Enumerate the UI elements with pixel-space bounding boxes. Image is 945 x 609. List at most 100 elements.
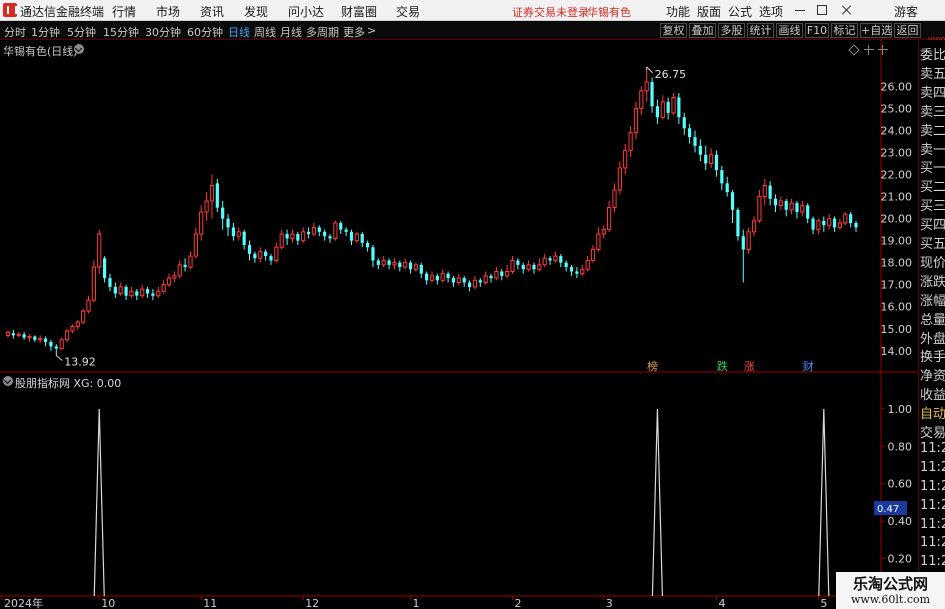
side-panel-item: 卖三 xyxy=(920,104,945,120)
menu-item-wealth-circle[interactable]: 财富圈 xyxy=(341,3,377,20)
side-panel-item: 总量 xyxy=(920,312,945,328)
ind-y-tick-label: 0.60 xyxy=(888,478,913,491)
candle-body-down xyxy=(269,256,273,261)
stock-name: 华锡有色 xyxy=(587,6,631,19)
candle-body-up xyxy=(129,290,134,297)
adjust-button[interactable]: 复权 xyxy=(660,23,687,38)
y-tick-label: 23.00 xyxy=(881,147,913,160)
candle-body-up xyxy=(97,233,102,268)
candle-body-down xyxy=(516,260,520,265)
side-panel-item: 11:28 xyxy=(920,554,945,570)
menu-item-layout[interactable]: 版面 xyxy=(697,3,721,20)
menu-item-function[interactable]: 功能 xyxy=(666,3,690,20)
candle-body-up xyxy=(757,196,762,222)
minimize-icon[interactable] xyxy=(794,4,806,16)
statistics-button[interactable]: 统计 xyxy=(747,23,774,38)
menu-item-formula[interactable]: 公式 xyxy=(728,3,752,20)
candle-body-down xyxy=(360,234,364,243)
event-tag: 涨 xyxy=(744,360,755,373)
period-daily[interactable]: 日线 xyxy=(228,24,250,40)
side-panel-item: 卖一 xyxy=(920,142,945,158)
side-panel-item[interactable]: 交易 xyxy=(920,422,945,441)
mark-button[interactable]: 标记 xyxy=(831,23,858,38)
login-status[interactable]: 证券交易未登录 xyxy=(512,4,589,20)
close-icon[interactable] xyxy=(841,4,853,16)
period-multi[interactable]: 多周期 xyxy=(306,24,339,40)
candle-body-up xyxy=(553,255,558,261)
candle-body-up xyxy=(118,286,123,295)
period-weekly[interactable]: 周线 xyxy=(254,24,276,40)
x-tick-label: 2024年 xyxy=(4,596,43,609)
candle-body-up xyxy=(542,257,547,266)
menu-item-options[interactable]: 选项 xyxy=(759,3,783,20)
f10-button[interactable]: F10 xyxy=(805,23,829,38)
candle-body-down xyxy=(666,101,670,113)
candle-body-down xyxy=(124,286,128,296)
candle-body-down xyxy=(323,231,327,237)
candle-body-down xyxy=(693,137,697,146)
period-30min[interactable]: 30分钟 xyxy=(145,24,181,40)
candle-body-down xyxy=(446,273,450,279)
period-monthly[interactable]: 月线 xyxy=(280,24,302,40)
event-tag: 财 xyxy=(803,359,814,373)
watermark-title: 乐淘公式网 xyxy=(852,575,928,593)
back-button[interactable]: 返回 xyxy=(894,23,921,38)
candle-body-up xyxy=(354,233,359,242)
candle-body-down xyxy=(33,336,37,340)
period-60min[interactable]: 60分钟 xyxy=(187,24,223,40)
menu-item-news[interactable]: 资讯 xyxy=(200,3,224,20)
candle-body-up xyxy=(333,222,338,239)
expand-icon[interactable] xyxy=(878,45,888,55)
candle-body-up xyxy=(590,248,596,261)
side-panel-item: 涨跌 xyxy=(920,274,945,290)
side-panel-item: 买三 xyxy=(920,199,945,215)
menu-item-discover[interactable]: 发现 xyxy=(244,3,268,20)
candle-body-up xyxy=(601,229,606,235)
candle-body-up xyxy=(413,264,418,270)
candle-body-down xyxy=(285,234,289,239)
candle-body-down xyxy=(296,234,300,241)
candle-body-down xyxy=(215,183,219,208)
chart-area[interactable]: 14.0015.0016.0017.0018.0019.0020.0021.00… xyxy=(0,40,918,609)
menu-item-market[interactable]: 市场 xyxy=(156,3,180,20)
side-panel-item: 外盘 xyxy=(920,331,945,347)
candle-body-up xyxy=(639,90,644,109)
candle-body-down xyxy=(371,247,375,261)
menu-item-quotes[interactable]: 行情 xyxy=(112,3,136,20)
candle-body-up xyxy=(843,213,848,224)
candle-body-down xyxy=(253,253,257,259)
period-1min[interactable]: 1分钟 xyxy=(31,24,60,40)
period-15min[interactable]: 15分钟 xyxy=(103,24,139,40)
indicator-dropdown-icon[interactable] xyxy=(3,376,13,386)
candle-body-up xyxy=(816,220,821,231)
candle-body-down xyxy=(425,273,429,281)
side-panel-item[interactable]: 自动 xyxy=(920,403,945,422)
main-pane-dropdown-icon[interactable] xyxy=(74,44,84,54)
period-5min[interactable]: 5分钟 xyxy=(67,24,96,40)
multi-stock-button[interactable]: 多股 xyxy=(718,23,745,38)
candle-body-down xyxy=(317,227,321,232)
candle-body-up xyxy=(456,277,461,283)
menu-item-assistant[interactable]: 问小达 xyxy=(288,3,324,20)
maximize-icon[interactable] xyxy=(817,5,827,15)
add-watchlist-button[interactable]: +自选 xyxy=(860,23,892,38)
period-intraday[interactable]: 分时 xyxy=(4,24,26,40)
candle-body-up xyxy=(403,262,408,268)
y-tick-label: 25.00 xyxy=(881,102,913,115)
candle-body-down xyxy=(806,205,810,219)
side-panel-item: 11:28 xyxy=(920,516,945,532)
candle-body-down xyxy=(725,183,729,193)
side-panel-item: 11:28 xyxy=(920,440,945,456)
candle-body-up xyxy=(596,233,601,250)
chevron-right-icon[interactable]: > xyxy=(367,24,376,37)
overlay-button[interactable]: 叠加 xyxy=(689,23,716,38)
draw-line-button[interactable]: 画线 xyxy=(776,23,803,38)
candle-body-up xyxy=(510,259,515,272)
menu-item-trade[interactable]: 交易 xyxy=(396,3,420,20)
side-panel-item: 卖五 xyxy=(920,66,945,82)
candle-body-up xyxy=(91,266,96,301)
zoom-in-icon[interactable] xyxy=(864,45,874,55)
guest-label[interactable]: 游客 xyxy=(894,3,918,20)
x-tick-label: 12 xyxy=(305,597,319,609)
period-more[interactable]: 更多 xyxy=(343,24,365,40)
